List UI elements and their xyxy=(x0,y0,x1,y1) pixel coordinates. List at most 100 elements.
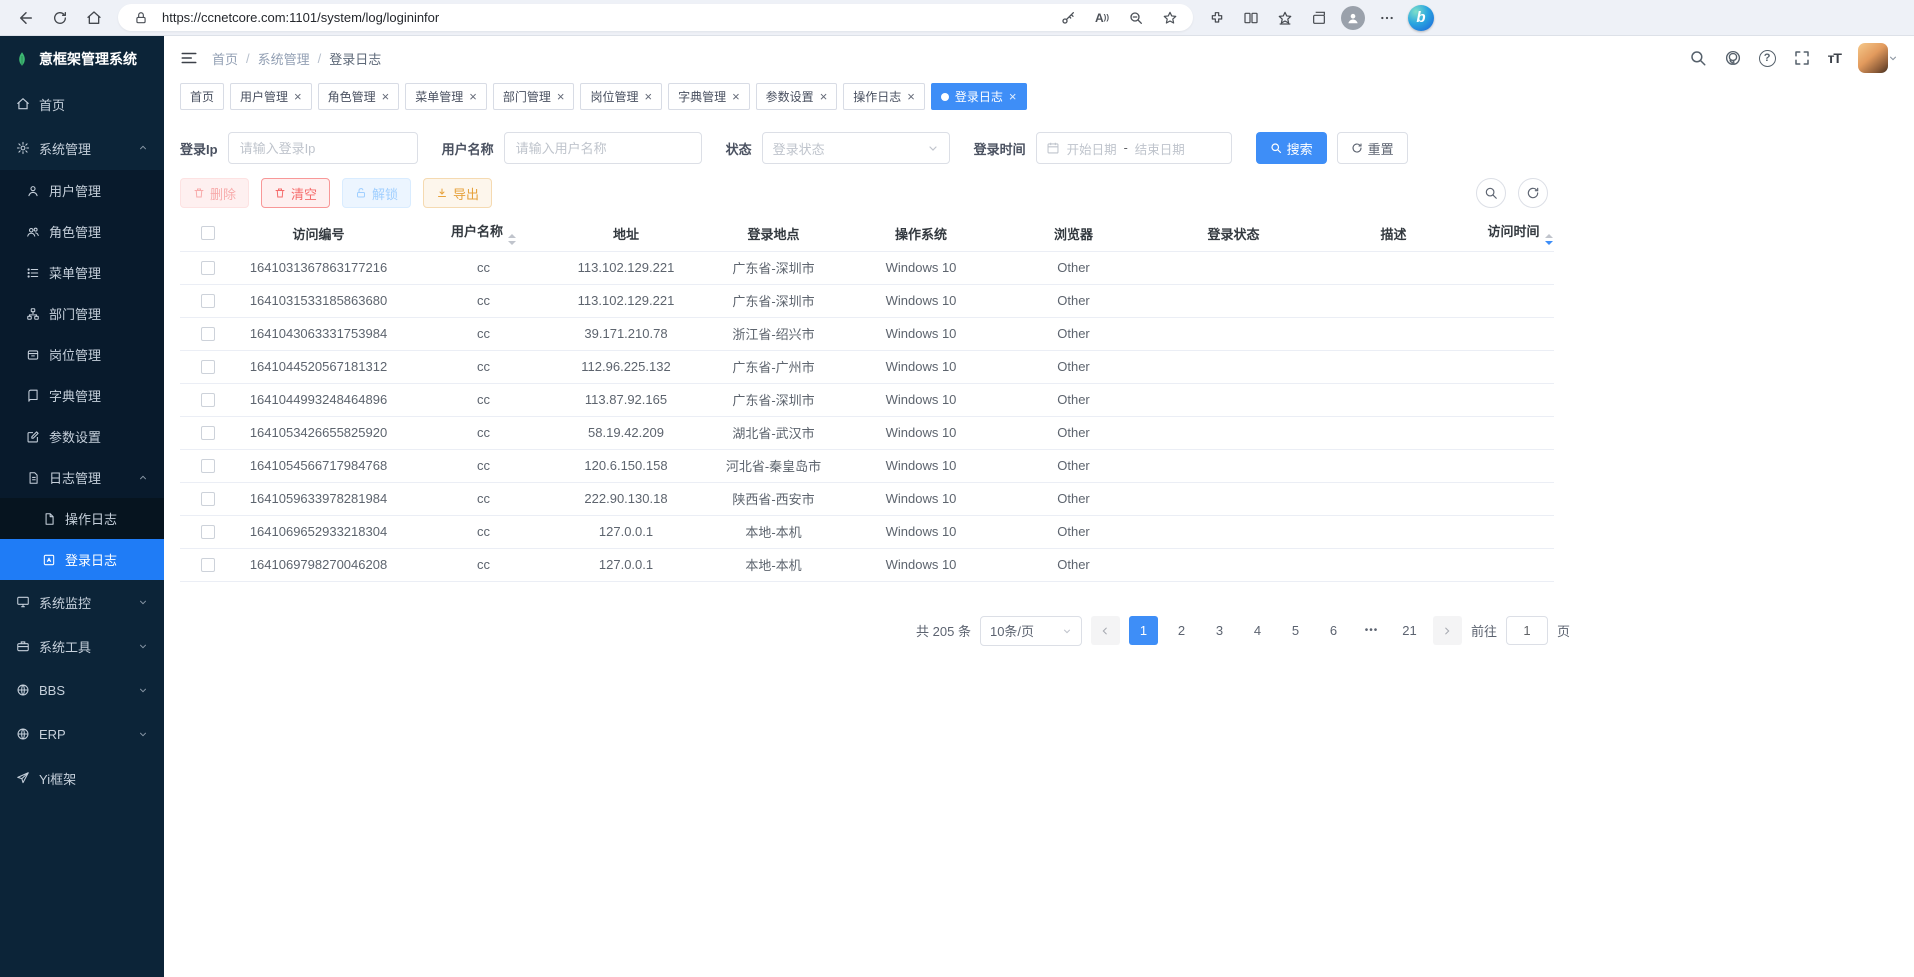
browser-collections-button[interactable] xyxy=(1303,3,1335,33)
tab-close-icon[interactable]: × xyxy=(557,90,565,103)
row-checkbox[interactable] xyxy=(201,558,215,572)
browser-home-button[interactable] xyxy=(78,3,110,33)
sidebar-item-yi-framework[interactable]: Yi框架 xyxy=(0,756,164,800)
page-number-button[interactable]: 4 xyxy=(1243,616,1272,645)
browser-extensions-button[interactable] xyxy=(1201,3,1233,33)
tab-close-icon[interactable]: × xyxy=(820,90,828,103)
browser-favorites-button[interactable] xyxy=(1269,3,1301,33)
page-number-button[interactable]: 3 xyxy=(1205,616,1234,645)
sidebar-item-home[interactable]: 首页 xyxy=(0,82,164,126)
row-checkbox[interactable] xyxy=(201,492,215,506)
sidebar-item-system-monitoring[interactable]: 系统监控 xyxy=(0,580,164,624)
page-number-button[interactable]: 2 xyxy=(1167,616,1196,645)
row-checkbox[interactable] xyxy=(201,261,215,275)
sort-icon[interactable] xyxy=(1545,234,1553,245)
sort-icon[interactable] xyxy=(508,234,516,245)
sidebar-item-user-management[interactable]: 用户管理 xyxy=(0,170,164,211)
tab[interactable]: 角色管理 × xyxy=(318,83,400,110)
tab[interactable]: 用户管理 × xyxy=(230,83,312,110)
tab[interactable]: 参数设置 × xyxy=(756,83,838,110)
unlock-button[interactable]: 解锁 xyxy=(342,178,411,208)
page-number-button[interactable]: 6 xyxy=(1319,616,1348,645)
github-link-button[interactable] xyxy=(1724,49,1742,67)
row-checkbox[interactable] xyxy=(201,525,215,539)
tab[interactable]: 部门管理 × xyxy=(493,83,575,110)
search-button[interactable]: 搜索 xyxy=(1256,132,1327,164)
page-size-select[interactable]: 10条/页 xyxy=(980,616,1082,646)
user-menu-button[interactable] xyxy=(1858,43,1898,73)
tab[interactable]: 字典管理 × xyxy=(668,83,750,110)
saved-passwords-icon[interactable] xyxy=(1055,6,1081,30)
previous-page-button[interactable] xyxy=(1091,616,1120,645)
user-name-input[interactable] xyxy=(504,132,702,164)
select-all-checkbox[interactable] xyxy=(201,226,215,240)
breadcrumb-item[interactable]: 系统管理 xyxy=(258,49,310,68)
tab[interactable]: 岗位管理 × xyxy=(580,83,662,110)
tab-close-icon[interactable]: × xyxy=(469,90,477,103)
sidebar-item-role-management[interactable]: 角色管理 xyxy=(0,211,164,252)
font-size-button[interactable]: тT xyxy=(1828,50,1841,66)
reset-button[interactable]: 重置 xyxy=(1337,132,1408,164)
toggle-search-button[interactable] xyxy=(1476,178,1506,208)
sidebar-item-erp[interactable]: ERP xyxy=(0,712,164,756)
more-pages-button[interactable]: ••• xyxy=(1357,616,1386,645)
app-logo[interactable]: 意框架管理系统 xyxy=(0,36,164,82)
row-checkbox[interactable] xyxy=(201,426,215,440)
sidebar-item-system-tools[interactable]: 系统工具 xyxy=(0,624,164,668)
fullscreen-button[interactable] xyxy=(1793,49,1811,67)
date-range-picker[interactable]: 开始日期 - 结束日期 xyxy=(1036,132,1232,164)
row-checkbox[interactable] xyxy=(201,360,215,374)
browser-refresh-button[interactable] xyxy=(44,3,76,33)
tab-close-icon[interactable]: × xyxy=(1009,90,1017,103)
status-select[interactable]: 登录状态 xyxy=(762,132,950,164)
column-header-visit-time[interactable]: 访问时间 xyxy=(1486,216,1554,251)
header-search-button[interactable] xyxy=(1689,49,1707,67)
sidebar-item-log-management[interactable]: 日志管理 xyxy=(0,457,164,498)
bing-copilot-button[interactable]: b xyxy=(1405,3,1437,33)
page-number-button[interactable]: 1 xyxy=(1129,616,1158,645)
sidebar-item-system-management[interactable]: 系统管理 xyxy=(0,126,164,170)
browser-back-button[interactable] xyxy=(10,3,42,33)
tab-close-icon[interactable]: × xyxy=(907,90,915,103)
tab[interactable]: 菜单管理 × xyxy=(405,83,487,110)
site-info-icon[interactable] xyxy=(128,6,154,30)
tab[interactable]: 登录日志 × xyxy=(931,83,1027,110)
sidebar-item-login-log[interactable]: 登录日志 xyxy=(0,539,164,580)
sidebar-item-dictionary-management[interactable]: 字典管理 xyxy=(0,375,164,416)
sidebar-item-operation-log[interactable]: 操作日志 xyxy=(0,498,164,539)
tab-close-icon[interactable]: × xyxy=(644,90,652,103)
export-button[interactable]: 导出 xyxy=(423,178,492,208)
sidebar-item-department-management[interactable]: 部门管理 xyxy=(0,293,164,334)
goto-page-input[interactable] xyxy=(1506,616,1548,645)
login-ip-input[interactable] xyxy=(228,132,418,164)
add-favorites-button[interactable] xyxy=(1157,6,1183,30)
read-aloud-button[interactable]: A)) xyxy=(1089,6,1115,30)
sidebar-item-bbs[interactable]: BBS xyxy=(0,668,164,712)
delete-button[interactable]: 删除 xyxy=(180,178,249,208)
tab-close-icon[interactable]: × xyxy=(732,90,740,103)
zoom-out-button[interactable] xyxy=(1123,6,1149,30)
row-checkbox[interactable] xyxy=(201,294,215,308)
sidebar-item-menu-management[interactable]: 菜单管理 xyxy=(0,252,164,293)
column-header-user-name[interactable]: 用户名称 xyxy=(401,216,566,251)
row-checkbox[interactable] xyxy=(201,327,215,341)
sidebar-toggle-button[interactable] xyxy=(180,49,198,67)
url-text[interactable]: https://ccnetcore.com:1101/system/log/lo… xyxy=(162,10,1047,25)
next-page-button[interactable] xyxy=(1433,616,1462,645)
tab[interactable]: 操作日志 × xyxy=(843,83,925,110)
browser-settings-menu-button[interactable] xyxy=(1371,3,1403,33)
help-button[interactable]: ? xyxy=(1759,50,1776,67)
tab-close-icon[interactable]: × xyxy=(382,90,390,103)
row-checkbox[interactable] xyxy=(201,459,215,473)
sidebar-item-parameter-settings[interactable]: 参数设置 xyxy=(0,416,164,457)
browser-split-screen-button[interactable] xyxy=(1235,3,1267,33)
page-number-button[interactable]: 5 xyxy=(1281,616,1310,645)
breadcrumb-item[interactable]: 首页 xyxy=(212,49,238,68)
refresh-table-button[interactable] xyxy=(1518,178,1548,208)
sidebar-item-post-management[interactable]: 岗位管理 xyxy=(0,334,164,375)
tab[interactable]: 首页 xyxy=(180,83,224,110)
tab-close-icon[interactable]: × xyxy=(294,90,302,103)
browser-profile-button[interactable] xyxy=(1337,3,1369,33)
row-checkbox[interactable] xyxy=(201,393,215,407)
address-bar[interactable]: https://ccnetcore.com:1101/system/log/lo… xyxy=(118,4,1193,31)
